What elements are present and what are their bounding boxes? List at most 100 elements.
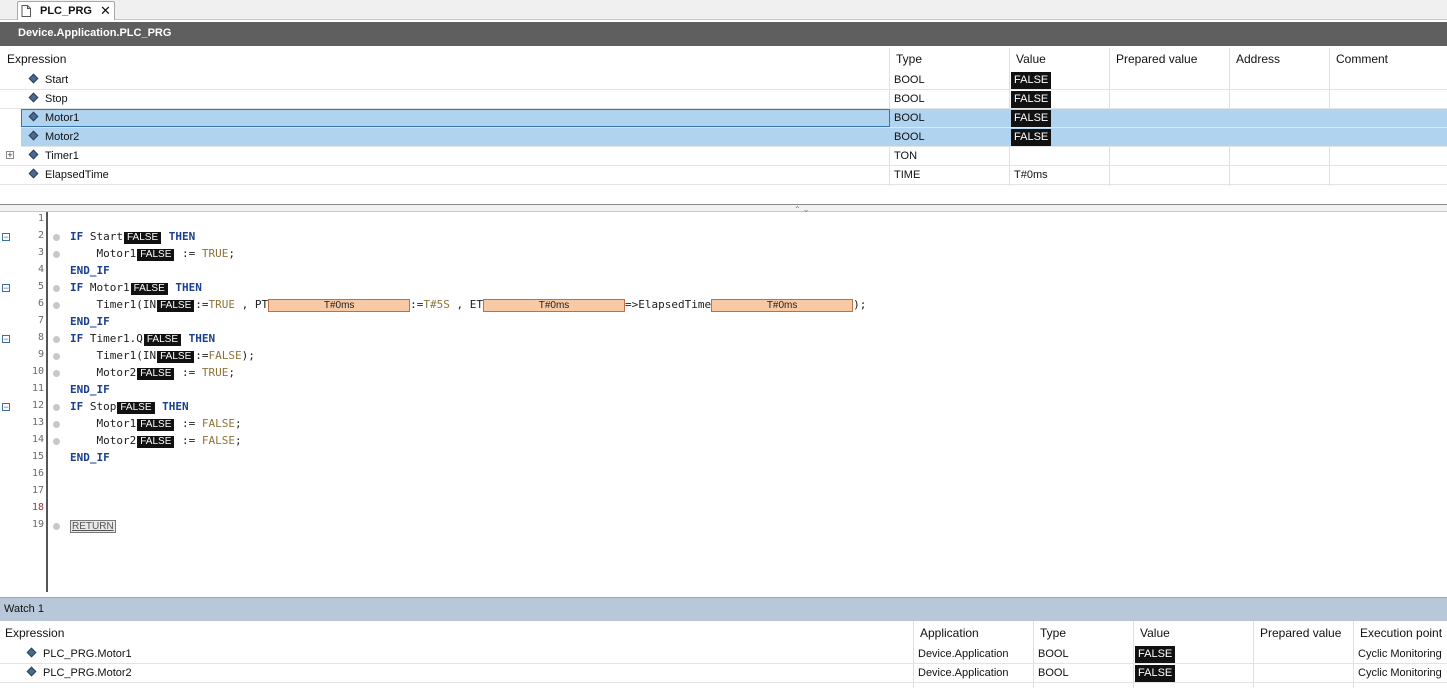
code-line[interactable]: 10 Motor2 FALSE := TRUE;: [0, 365, 1447, 382]
decl-row[interactable]: + Timer1 TON: [0, 147, 1447, 166]
monitor-value: FALSE: [124, 232, 162, 244]
fold-minus-icon[interactable]: −: [2, 284, 10, 293]
var-type: BOOL: [894, 74, 925, 86]
watch-row[interactable]: PLC_PRG.Motor2 Device.Application BOOL F…: [0, 664, 1447, 683]
code-line[interactable]: 1: [0, 212, 1447, 229]
decl-row[interactable]: Stop BOOL FALSE: [0, 90, 1447, 109]
watch-header-prepared-value[interactable]: Prepared value: [1254, 622, 1341, 645]
code-line[interactable]: 11 END_IF: [0, 382, 1447, 399]
breakpoint-marker-icon[interactable]: [53, 370, 60, 377]
watch-window-title[interactable]: Watch 1: [0, 597, 1447, 621]
fold-minus-icon[interactable]: −: [2, 335, 10, 344]
watch-application: Device.Application: [918, 667, 1009, 679]
monitor-value: FALSE: [137, 368, 175, 380]
code-line[interactable]: 19 RETURN: [0, 518, 1447, 535]
decl-row[interactable]: ElapsedTime TIME T#0ms: [0, 166, 1447, 185]
watch-header-application[interactable]: Application: [914, 622, 979, 645]
fold-minus-icon[interactable]: −: [2, 403, 10, 412]
breakpoint-marker-icon[interactable]: [53, 523, 60, 530]
watch-header-value[interactable]: Value: [1134, 622, 1170, 645]
var-name: Motor1: [45, 112, 80, 124]
code-line[interactable]: 18: [0, 501, 1447, 518]
breakpoint-marker-icon[interactable]: [53, 285, 60, 292]
tab-title: PLC_PRG: [40, 5, 92, 17]
var-name: Timer1: [45, 150, 79, 162]
line-number: 5: [37, 281, 44, 292]
column-header-type[interactable]: Type: [890, 48, 922, 71]
watch-header-expression[interactable]: Expression: [0, 622, 64, 645]
code-line[interactable]: 15 END_IF: [0, 450, 1447, 467]
code-line[interactable]: − 5 IF Motor1 FALSE THEN: [0, 280, 1447, 297]
tab-plc-prg[interactable]: PLC_PRG ✕: [17, 1, 115, 20]
expand-plus-icon[interactable]: +: [6, 151, 14, 160]
decl-row[interactable]: Start BOOL FALSE: [0, 71, 1447, 90]
breakpoint-marker-icon[interactable]: [53, 234, 60, 241]
variable-icon: [26, 647, 37, 658]
code-line[interactable]: 16: [0, 467, 1447, 484]
monitor-value: FALSE: [157, 351, 195, 363]
line-number: 3: [37, 247, 44, 258]
line-number: 14: [31, 434, 44, 445]
focus-outline: [21, 109, 890, 127]
variable-icon: [28, 73, 39, 84]
code-line[interactable]: 3 Motor1 FALSE := TRUE;: [0, 246, 1447, 263]
variable-icon: [26, 666, 37, 677]
column-header-address[interactable]: Address: [1230, 48, 1280, 71]
var-type: TIME: [894, 169, 921, 181]
var-value: FALSE: [1011, 91, 1052, 108]
watch-exec-point: Cyclic Monitoring: [1358, 667, 1442, 679]
watch-header-type[interactable]: Type: [1034, 622, 1066, 645]
breakpoint-marker-icon[interactable]: [53, 251, 60, 258]
column-header-comment[interactable]: Comment: [1330, 48, 1388, 71]
line-number: 17: [31, 485, 44, 496]
breakpoint-marker-icon[interactable]: [53, 353, 60, 360]
st-code-editor[interactable]: 1 − 2 IF Start FALSE THEN 3 Motor1 FALSE :…: [0, 212, 1447, 592]
watch-header-execution-point[interactable]: Execution point: [1354, 622, 1442, 645]
column-header-value[interactable]: Value: [1010, 48, 1046, 71]
code-line[interactable]: 17: [0, 484, 1447, 501]
line-number: 13: [31, 417, 44, 428]
breakpoint-marker-icon[interactable]: [53, 438, 60, 445]
line-number: 19: [31, 519, 44, 530]
code-line[interactable]: − 2 IF Start FALSE THEN: [0, 229, 1447, 246]
code-line[interactable]: − 8 IF Timer1.Q FALSE THEN: [0, 331, 1447, 348]
line-number: 1: [37, 213, 44, 224]
var-name: Start: [45, 74, 69, 86]
decl-row[interactable]: Motor1 BOOL FALSE: [21, 109, 1447, 128]
monitor-value: FALSE: [137, 419, 175, 431]
code-line[interactable]: 6 Timer1(IN FALSE:=TRUE , PT T#0ms:=T#5S ,…: [0, 297, 1447, 314]
code-line[interactable]: 4 END_IF: [0, 263, 1447, 280]
fold-minus-icon[interactable]: −: [2, 233, 10, 242]
line-number: 16: [31, 468, 44, 479]
code-line[interactable]: 7 END_IF: [0, 314, 1447, 331]
decl-row[interactable]: Motor2 BOOL FALSE: [21, 128, 1447, 147]
kw-if: IF: [70, 230, 84, 243]
line-number: 2: [37, 230, 44, 241]
monitor-value: FALSE: [130, 283, 168, 295]
column-header-prepared-value[interactable]: Prepared value: [1110, 48, 1197, 71]
close-icon[interactable]: ✕: [100, 3, 111, 19]
watch-value: FALSE: [1135, 665, 1176, 682]
breakpoint-marker-icon[interactable]: [53, 404, 60, 411]
breakpoint-marker-icon[interactable]: [53, 421, 60, 428]
watch-grid: Expression Application Type Value Prepar…: [0, 621, 1447, 688]
watch-row[interactable]: PLC_PRG.Motor1 Device.Application BOOL F…: [0, 645, 1447, 664]
line-number: 6: [37, 298, 44, 309]
breakpoint-marker-icon[interactable]: [53, 302, 60, 309]
ident: Motor1: [96, 247, 137, 260]
var-type: BOOL: [894, 131, 925, 143]
watch-application: Device.Application: [918, 648, 1009, 660]
code-line[interactable]: 9 Timer1(IN FALSE:=FALSE);: [0, 348, 1447, 365]
pane-splitter[interactable]: ⌃⌄: [0, 204, 1447, 214]
code-line[interactable]: 14 Motor2 FALSE := FALSE;: [0, 433, 1447, 450]
watch-expression: PLC_PRG.Motor1: [43, 648, 132, 660]
column-header-expression[interactable]: Expression: [1, 48, 66, 71]
monitor-time-value: T#0ms: [483, 299, 625, 312]
code-line[interactable]: 13 Motor1 FALSE := FALSE;: [0, 416, 1447, 433]
watch-exec-point: Cyclic Monitoring: [1358, 648, 1442, 660]
breakpoint-marker-icon[interactable]: [53, 336, 60, 343]
code-line[interactable]: − 12 IF Stop FALSE THEN: [0, 399, 1447, 416]
watch-value: FALSE: [1135, 646, 1176, 663]
line-number: 10: [31, 366, 44, 377]
var-type: TON: [894, 150, 918, 162]
